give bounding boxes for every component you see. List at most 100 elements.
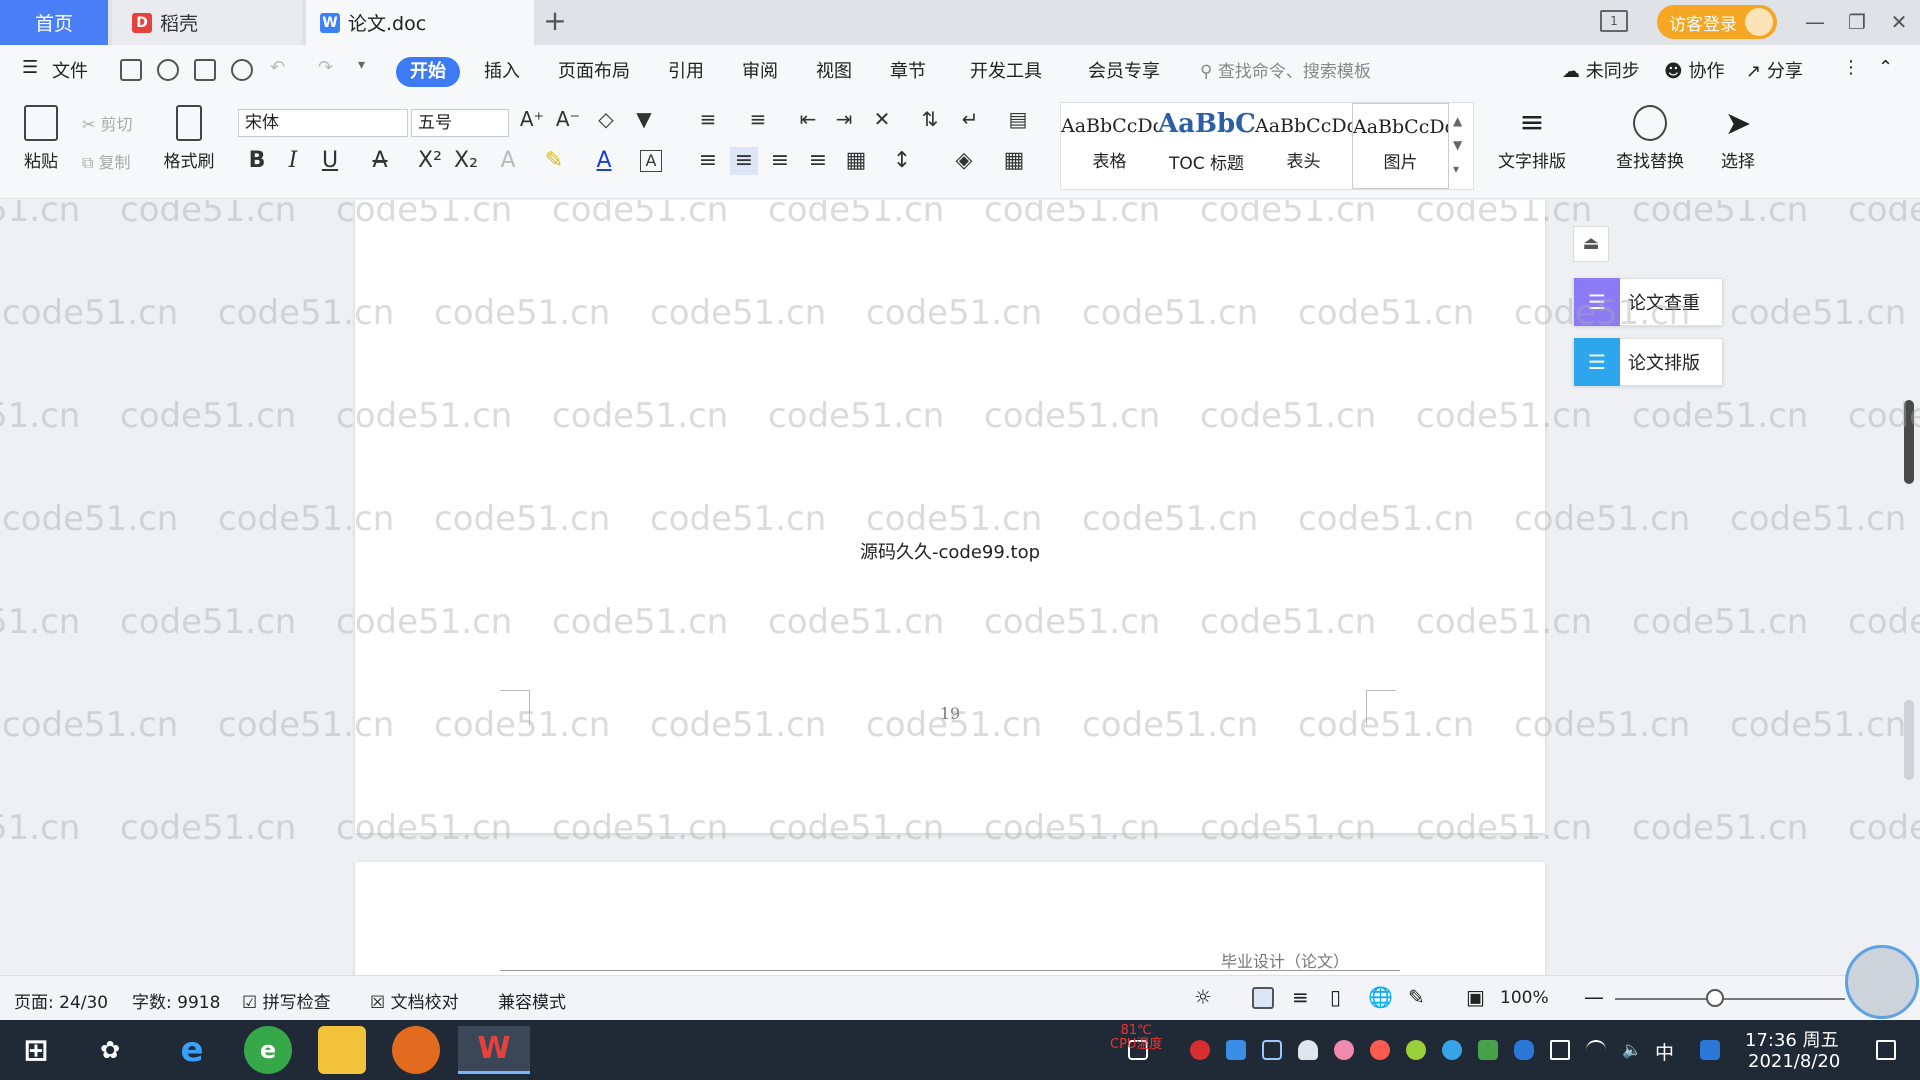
assistant-avatar-icon[interactable]: [1845, 945, 1919, 1019]
page-count[interactable]: 页面: 24/30: [14, 988, 108, 1013]
pinwheel-app-icon[interactable]: ✿: [86, 1026, 134, 1074]
web-view-icon[interactable]: 🌐: [1368, 985, 1393, 1009]
bold-icon[interactable]: B: [243, 147, 271, 175]
menu-references[interactable]: 引用: [668, 57, 704, 83]
spell-check-button[interactable]: ☑ 拼写检查: [242, 988, 331, 1013]
decrease-font-icon[interactable]: A⁻: [554, 105, 582, 133]
menu-file[interactable]: 文件: [52, 57, 88, 83]
menu-page-layout[interactable]: 页面布局: [558, 57, 630, 83]
windows-start-icon[interactable]: ⊞: [12, 1026, 60, 1074]
tray-app-icon[interactable]: [1226, 1040, 1246, 1060]
tray-app-icon[interactable]: [1406, 1040, 1426, 1060]
tray-app-icon[interactable]: [1190, 1040, 1210, 1060]
find-replace-button[interactable]: 查找替换: [1608, 105, 1692, 172]
visitor-login-button[interactable]: 访客登录: [1657, 5, 1777, 39]
menu-insert[interactable]: 插入: [484, 57, 520, 83]
style-picture[interactable]: AaBbCcDd 图片: [1352, 103, 1449, 189]
tab-document[interactable]: W 论文.doc: [306, 0, 534, 45]
underline-icon[interactable]: U: [316, 147, 344, 175]
gallery-scroll-icon[interactable]: ▲ ▼ ▾: [1453, 109, 1462, 181]
bluetooth-icon[interactable]: [1514, 1040, 1534, 1060]
text-layout-button[interactable]: ≡ 文字排版: [1490, 105, 1574, 172]
nvidia-icon[interactable]: [1478, 1040, 1498, 1060]
char-border-icon[interactable]: A: [640, 150, 662, 172]
print-icon[interactable]: [194, 59, 216, 81]
clock-time[interactable]: 17:36 周五: [1745, 1026, 1839, 1052]
text-effect-icon[interactable]: A: [494, 147, 522, 175]
file-explorer-icon[interactable]: [318, 1026, 366, 1074]
zoom-level[interactable]: 100%: [1500, 988, 1549, 1008]
browser-360-icon[interactable]: e: [244, 1026, 292, 1074]
write-mode-icon[interactable]: ✎: [1408, 985, 1425, 1009]
next-document-page[interactable]: 毕业设计（论文）: [355, 862, 1545, 975]
line-spacing-icon[interactable]: ↕: [888, 147, 916, 175]
bullet-list-icon[interactable]: ≡: [694, 105, 722, 133]
paste-button[interactable]: 粘贴: [16, 105, 66, 172]
redo-icon[interactable]: ↷: [318, 57, 333, 78]
numbered-list-icon[interactable]: ≡: [744, 105, 772, 133]
print-preview-icon[interactable]: [231, 59, 253, 81]
quick-access-dropdown-icon[interactable]: ▾: [358, 57, 365, 73]
export-icon[interactable]: [157, 59, 179, 81]
select-button[interactable]: ➤ 选择: [1712, 105, 1764, 172]
format-painter-button[interactable]: 格式刷: [160, 105, 218, 172]
shading-icon[interactable]: ◈: [950, 147, 978, 175]
search-app-icon[interactable]: [1700, 1040, 1720, 1060]
collaborate-button[interactable]: ☻ 协作: [1664, 57, 1725, 83]
battery-icon[interactable]: [1550, 1040, 1570, 1060]
sync-status-button[interactable]: ☁ 未同步: [1562, 57, 1640, 83]
style-table[interactable]: AaBbCcDd 表格: [1061, 103, 1158, 189]
cut-button[interactable]: ✂ 剪切: [82, 111, 133, 135]
more-options-icon[interactable]: ⋮: [1842, 57, 1860, 78]
increase-indent-icon[interactable]: ⇥: [830, 105, 858, 133]
shield-icon[interactable]: [1262, 1040, 1282, 1060]
hamburger-menu-icon[interactable]: ☰: [22, 57, 38, 78]
style-table-header[interactable]: AaBbCcDd 表头: [1255, 103, 1352, 189]
save-icon[interactable]: [120, 59, 142, 81]
wifi-icon[interactable]: [1586, 1040, 1606, 1060]
minimize-icon[interactable]: —: [1795, 6, 1835, 38]
collapse-ribbon-icon[interactable]: ⌃: [1878, 57, 1893, 78]
qq-icon[interactable]: [1370, 1040, 1390, 1060]
decrease-indent-icon[interactable]: ⇤: [794, 105, 822, 133]
font-color-icon[interactable]: A: [590, 147, 618, 175]
align-right-icon[interactable]: ≡: [766, 147, 794, 175]
plagiarism-check-button[interactable]: ☰ 论文查重: [1573, 278, 1723, 326]
menu-review[interactable]: 审阅: [742, 57, 778, 83]
clear-format-icon[interactable]: ◇: [592, 105, 620, 133]
distribute-icon[interactable]: ▦: [842, 147, 870, 175]
menu-developer[interactable]: 开发工具: [970, 57, 1042, 83]
reading-view-icon[interactable]: ▯: [1330, 985, 1341, 1009]
page-view-icon[interactable]: [1252, 987, 1274, 1009]
menu-chapter[interactable]: 章节: [890, 57, 926, 83]
copy-button[interactable]: ⧉ 复制: [82, 149, 131, 173]
close-icon[interactable]: ✕: [1879, 6, 1919, 38]
phonetic-guide-icon[interactable]: ▼: [630, 105, 658, 133]
ruler-icon[interactable]: ▤: [1004, 105, 1032, 133]
tray-app-icon[interactable]: [1334, 1040, 1354, 1060]
bell-icon[interactable]: [1298, 1040, 1318, 1060]
collapse-panel-icon[interactable]: ⏏: [1573, 226, 1609, 262]
undo-icon[interactable]: ↶: [270, 57, 285, 78]
vertical-scrollbar[interactable]: [1898, 200, 1920, 975]
eye-protection-icon[interactable]: ☼: [1194, 985, 1212, 1009]
sort-icon[interactable]: ⇅: [916, 105, 944, 133]
subscript-icon[interactable]: X₂: [452, 147, 480, 175]
window-panel-icon[interactable]: 1: [1600, 10, 1628, 32]
proofread-button[interactable]: ☒ 文档校对: [370, 988, 459, 1013]
outline-view-icon[interactable]: ≡: [1292, 985, 1309, 1009]
font-name-select[interactable]: 宋体: [238, 109, 408, 137]
restore-icon[interactable]: ❐: [1837, 6, 1877, 38]
highlight-icon[interactable]: ✎: [540, 147, 568, 175]
zoom-slider-handle[interactable]: [1706, 989, 1724, 1007]
volume-icon[interactable]: 🔈: [1622, 1040, 1642, 1060]
chinese-layout-icon[interactable]: ✕: [868, 105, 896, 133]
strikethrough-icon[interactable]: A: [366, 147, 394, 175]
media-app-icon[interactable]: [392, 1026, 440, 1074]
menu-member[interactable]: 会员专享: [1088, 57, 1160, 83]
document-page[interactable]: 源码久久-code99.top 19: [355, 200, 1545, 833]
fit-page-icon[interactable]: ▣: [1466, 985, 1485, 1009]
word-count[interactable]: 字数: 9918: [132, 988, 220, 1013]
increase-font-icon[interactable]: A⁺: [518, 105, 546, 133]
ie-browser-icon[interactable]: e: [168, 1026, 216, 1074]
